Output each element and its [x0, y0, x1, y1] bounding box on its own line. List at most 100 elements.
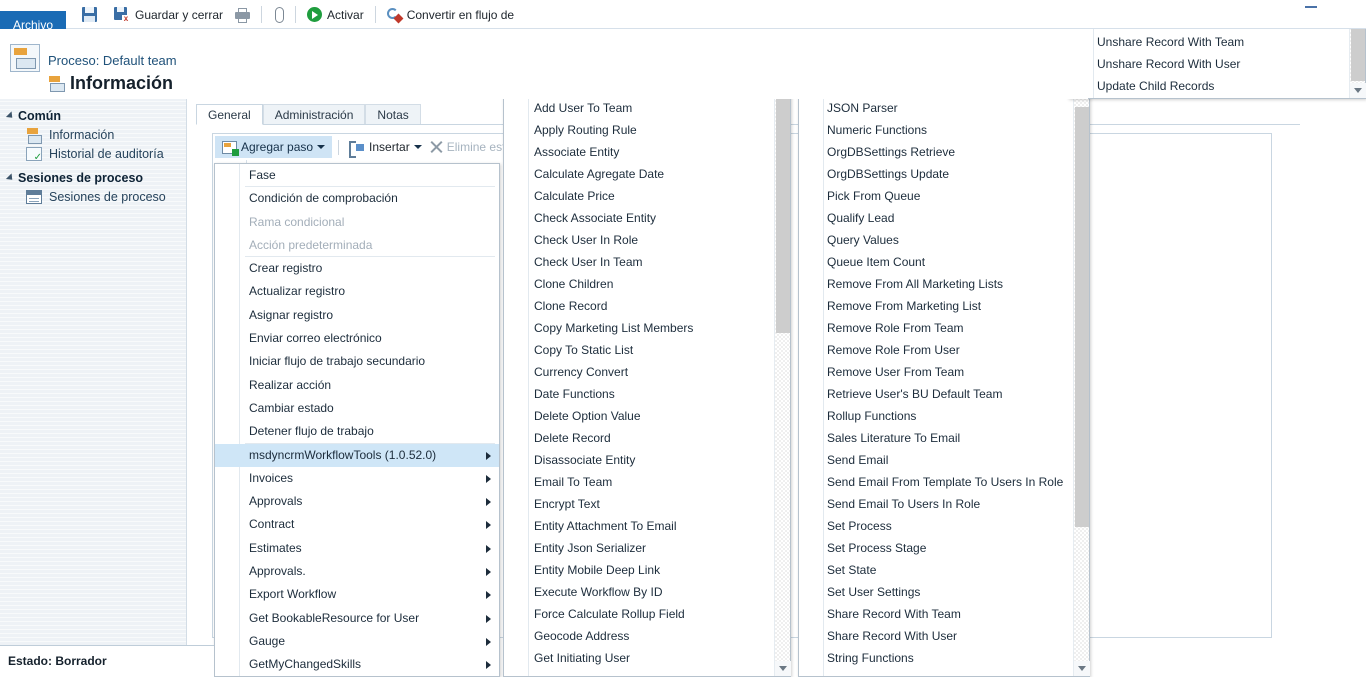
menu-item[interactable]: Iniciar flujo de trabajo secundario: [215, 350, 499, 373]
menu-item[interactable]: Date Functions: [504, 383, 773, 405]
menu-item[interactable]: Check Associate Entity: [504, 207, 773, 229]
menu-item[interactable]: GetMyChangedSkills: [215, 653, 499, 676]
menu-item[interactable]: msdyncrmWorkflowTools (1.0.52.0): [215, 443, 499, 467]
sidebar-item-informacion[interactable]: Información: [26, 128, 186, 144]
menu-item[interactable]: Pick From Queue: [799, 185, 1072, 207]
menu-item[interactable]: Rollup Functions: [799, 405, 1072, 427]
menu-item[interactable]: JSON Parser: [799, 97, 1072, 119]
menu-item[interactable]: Cambiar estado: [215, 397, 499, 420]
menu-item[interactable]: Set User Settings: [799, 581, 1072, 603]
activate-button[interactable]: Activar: [301, 0, 370, 29]
menu-item[interactable]: Remove User From Team: [799, 361, 1072, 383]
add-step-button[interactable]: Agregar paso: [215, 136, 333, 158]
menu-item[interactable]: Enviar correo electrónico: [215, 327, 499, 350]
scroll-down-button[interactable]: [1074, 661, 1090, 676]
menu-item[interactable]: Add User To Team: [504, 97, 773, 119]
menu-item[interactable]: Force Calculate Rollup Field: [504, 603, 773, 625]
menu-item[interactable]: Retrieve User's BU Default Team: [799, 383, 1072, 405]
menu-item[interactable]: Get BookableResource for User: [215, 607, 499, 630]
menu-item[interactable]: Crear registro: [215, 257, 499, 280]
menu-item[interactable]: Actualizar registro: [215, 280, 499, 303]
menu-item[interactable]: Encrypt Text: [504, 493, 773, 515]
add-step-menu[interactable]: Fase Condición de comprobación Rama condic…: [214, 163, 500, 677]
menu-item[interactable]: Remove Role From User: [799, 339, 1072, 361]
submenu-scrollbar-col2[interactable]: [1073, 7, 1090, 676]
menu-item[interactable]: Send Email: [799, 449, 1072, 471]
submenu-scrollbar-col1[interactable]: [774, 7, 791, 676]
menu-item[interactable]: Associate Entity: [504, 141, 773, 163]
scroll-down-button[interactable]: [775, 661, 791, 676]
menu-item[interactable]: Numeric Functions: [799, 119, 1072, 141]
menu-item[interactable]: Entity Attachment To Email: [504, 515, 773, 537]
nav-group-comun[interactable]: Común: [5, 109, 186, 123]
menu-item[interactable]: Sales Literature To Email: [799, 427, 1072, 449]
menu-item[interactable]: Contract: [215, 513, 499, 536]
menu-item[interactable]: Set Process: [799, 515, 1072, 537]
workflow-tools-submenu-col2[interactable]: Get Record IDGoal RecalculateInsert Opti…: [798, 6, 1090, 677]
menu-item[interactable]: Entity Json Serializer: [504, 537, 773, 559]
menu-item[interactable]: Approvals: [215, 490, 499, 513]
menu-item[interactable]: OrgDBSettings Update: [799, 163, 1072, 185]
menu-item[interactable]: Disassociate Entity: [504, 449, 773, 471]
menu-item[interactable]: Execute Workflow By ID: [504, 581, 773, 603]
menu-item[interactable]: Set Process Stage: [799, 537, 1072, 559]
menu-item[interactable]: Remove From Marketing List: [799, 295, 1072, 317]
menu-item[interactable]: Copy Marketing List Members: [504, 317, 773, 339]
menu-item[interactable]: Update Child Records: [1069, 75, 1348, 97]
menu-item[interactable]: Qualify Lead: [799, 207, 1072, 229]
menu-item[interactable]: Queue Item Count: [799, 251, 1072, 273]
menu-item[interactable]: Condición de comprobación: [215, 187, 499, 210]
menu-item[interactable]: Remove From All Marketing Lists: [799, 273, 1072, 295]
menu-item[interactable]: Realizar acción: [215, 374, 499, 397]
menu-item[interactable]: Detener flujo de trabajo: [215, 420, 499, 444]
menu-item[interactable]: Send Email To Users In Role: [799, 493, 1072, 515]
menu-item[interactable]: Share Record With Team: [799, 603, 1072, 625]
menu-item[interactable]: Clone Record: [504, 295, 773, 317]
menu-item[interactable]: Currency Convert: [504, 361, 773, 383]
nav-group-sesiones[interactable]: Sesiones de proceso: [5, 171, 186, 185]
scroll-down-button[interactable]: [1350, 83, 1366, 98]
menu-item[interactable]: Approvals.: [215, 560, 499, 583]
menu-item[interactable]: Calculate Price: [504, 185, 773, 207]
menu-item[interactable]: Copy To Static List: [504, 339, 773, 361]
attach-button[interactable]: [267, 0, 290, 29]
save-button[interactable]: [76, 0, 108, 29]
workflow-tools-submenu-col1[interactable]: Add Marketing List To CampaignAdd Role T…: [503, 6, 791, 677]
menu-item[interactable]: Asignar registro: [215, 304, 499, 327]
menu-item[interactable]: Unshare Record With Team: [1069, 31, 1348, 53]
menu-item[interactable]: String Functions: [799, 647, 1072, 669]
menu-item[interactable]: Check User In Role: [504, 229, 773, 251]
save-and-close-button[interactable]: x Guardar y cerrar: [108, 0, 229, 29]
menu-item[interactable]: Query Values: [799, 229, 1072, 251]
print-button[interactable]: [229, 0, 256, 29]
menu-item[interactable]: Get Initiating User: [504, 647, 773, 669]
sidebar-item-historial-auditoria[interactable]: Historial de auditoría: [26, 147, 186, 163]
menu-item[interactable]: Remove Role From Team: [799, 317, 1072, 339]
menu-item[interactable]: Export Workflow: [215, 583, 499, 606]
minimize-button[interactable]: [1305, 6, 1317, 8]
menu-item[interactable]: Clone Children: [504, 273, 773, 295]
convert-to-flow-button[interactable]: Convertir en flujo de: [381, 0, 520, 29]
menu-item[interactable]: Fase: [215, 164, 499, 188]
scrollbar-thumb[interactable]: [1075, 107, 1089, 527]
menu-item[interactable]: Geocode Address: [504, 625, 773, 647]
menu-item[interactable]: Delete Record: [504, 427, 773, 449]
sidebar-item-sesiones-de-proceso[interactable]: Sesiones de proceso: [26, 190, 186, 204]
menu-item[interactable]: OrgDBSettings Retrieve: [799, 141, 1072, 163]
menu-item[interactable]: Invoices: [215, 467, 499, 490]
menu-item[interactable]: Set State: [799, 559, 1072, 581]
insert-button[interactable]: Insertar: [345, 136, 426, 158]
menu-item[interactable]: Unshare Record With User: [1069, 53, 1348, 75]
tab-notas[interactable]: Notas: [365, 104, 421, 125]
menu-item[interactable]: Share Record With User: [799, 625, 1072, 647]
menu-item[interactable]: Gauge: [215, 630, 499, 653]
menu-item[interactable]: Entity Mobile Deep Link: [504, 559, 773, 581]
menu-item[interactable]: Estimates: [215, 537, 499, 560]
menu-item[interactable]: Delete Option Value: [504, 405, 773, 427]
menu-item[interactable]: Calculate Agregate Date: [504, 163, 773, 185]
menu-item[interactable]: Check User In Team: [504, 251, 773, 273]
tab-administracion[interactable]: Administración: [262, 104, 366, 125]
tab-general[interactable]: General: [196, 104, 263, 125]
menu-item[interactable]: Send Email From Template To Users In Rol…: [799, 471, 1072, 493]
menu-item[interactable]: Apply Routing Rule: [504, 119, 773, 141]
